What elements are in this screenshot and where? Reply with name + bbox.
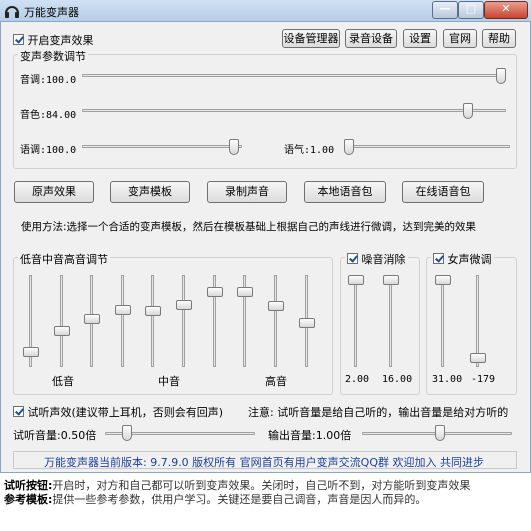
close-button[interactable]: ✕ <box>484 1 528 19</box>
eq-group-label: 低音中音高音调节 <box>18 251 110 267</box>
eq-slider-thumb-9[interactable] <box>268 301 284 312</box>
female-checkbox[interactable] <box>433 253 444 264</box>
eq-slider-thumb-4[interactable] <box>115 305 131 316</box>
minimize-button[interactable]: — <box>432 1 458 19</box>
output-volume-label: 输出音量:1.00倍 <box>268 429 352 442</box>
minimize-icon: — <box>439 2 451 15</box>
female-slider-thumb-1[interactable] <box>435 275 451 285</box>
settings-button[interactable]: 设置 <box>403 29 437 48</box>
eq-slider-thumb-3[interactable] <box>84 314 100 325</box>
monitor-checkbox-row[interactable]: 试听声效(建议带上耳机，否则会有回声) <box>13 404 223 420</box>
footer-line-1: 试听按钮:开启时，对方和自己都可以听到变声效果。关闭时，自己听不到，对方能听到变… <box>4 479 531 493</box>
listen-volume-label: 试听音量:0.50倍 <box>13 429 97 442</box>
online-voicepack-button[interactable]: 在线语音包 <box>402 181 484 203</box>
female-group-header[interactable]: 女声微调 <box>431 251 494 267</box>
footer-text-1: 开启时，对方和自己都可以听到变声效果。关闭时，自己听不到，对方能听到变声效果 <box>52 479 471 492</box>
noise-group-header[interactable]: 噪音消除 <box>345 251 408 267</box>
maximize-button[interactable]: □ <box>458 1 484 19</box>
female-slider-track-1[interactable] <box>441 275 444 367</box>
female-value-1: 31.00 <box>432 374 463 385</box>
noise-slider-thumb-1[interactable] <box>348 275 364 285</box>
eq-slider-track-6[interactable] <box>182 275 185 367</box>
pitch-slider-track[interactable] <box>82 74 506 77</box>
speed-label: 语调:100.0 <box>20 145 77 156</box>
eq-slider-track-9[interactable] <box>274 275 277 367</box>
monitor-label: 试听声效(建议带上耳机，否则会有回声) <box>27 406 224 419</box>
noise-value-1: 2.00 <box>345 374 370 385</box>
pitch-slider-thumb[interactable] <box>496 68 506 84</box>
footer-text-2: 提供一些参考参数，供用户学习。关键还是要自己调音，声音是因人而异的。 <box>52 493 427 506</box>
female-label: 女声微调 <box>447 253 492 266</box>
tone-slider-track[interactable] <box>344 145 510 148</box>
help-footer: 试听按钮:开启时，对方和自己都可以听到变声效果。关闭时，自己听不到，对方能听到变… <box>0 474 531 531</box>
output-volume-thumb[interactable] <box>434 425 445 441</box>
device-manager-button[interactable]: 设备管理器 <box>282 29 340 48</box>
window-title: 万能变声器 <box>24 6 79 19</box>
eq-slider-track-4[interactable] <box>121 275 124 367</box>
record-sound-button[interactable]: 录制声音 <box>207 181 287 203</box>
voice-template-button[interactable]: 变声模板 <box>110 181 190 203</box>
speed-slider-thumb[interactable] <box>229 139 239 155</box>
recording-device-button[interactable]: 录音设备 <box>345 29 397 48</box>
timbre-slider-thumb[interactable] <box>462 103 473 119</box>
noise-label: 噪音消除 <box>361 253 406 266</box>
tone-label: 语气:1.00 <box>284 145 335 156</box>
status-text: 万能变声器当前版本: 9.7.9.0 版权所有 官网首页有用户变声交流QQ群 欢… <box>44 456 484 469</box>
noise-slider-track-2[interactable] <box>389 275 392 367</box>
eq-slider-thumb-10[interactable] <box>299 317 315 328</box>
params-group-label: 变声参数调节 <box>18 48 88 64</box>
timbre-slider-track[interactable] <box>82 109 506 112</box>
female-value-2: -179 <box>471 374 496 385</box>
pitch-label: 音调:100.0 <box>20 75 77 86</box>
local-voicepack-button[interactable]: 本地语音包 <box>304 181 386 203</box>
maximize-icon: □ <box>465 2 477 15</box>
noise-slider-track-1[interactable] <box>354 275 357 367</box>
eq-slider-track-5[interactable] <box>151 275 154 367</box>
enable-effect-label: 开启变声效果 <box>27 34 94 47</box>
eq-slider-thumb-7[interactable] <box>207 287 223 298</box>
eq-mid-label: 中音 <box>158 375 180 388</box>
footer-key-1: 试听按钮: <box>4 479 53 492</box>
eq-slider-thumb-6[interactable] <box>176 299 192 310</box>
app-headphone-icon <box>5 6 19 18</box>
eq-slider-track-2[interactable] <box>60 275 63 367</box>
eq-slider-thumb-5[interactable] <box>145 306 161 317</box>
status-bar: 万能变声器当前版本: 9.7.9.0 版权所有 官网首页有用户变声交流QQ群 欢… <box>13 451 517 469</box>
checkbox-box[interactable] <box>13 34 24 45</box>
eq-low-label: 低音 <box>52 375 74 388</box>
footer-line-2: 参考模板:提供一些参考参数，供用户学习。关键还是要自己调音，声音是因人而异的。 <box>4 493 531 507</box>
original-voice-button[interactable]: 原声效果 <box>14 181 94 203</box>
website-button[interactable]: 官网 <box>443 29 477 48</box>
tone-slider-thumb[interactable] <box>344 139 354 155</box>
close-icon: ✕ <box>501 2 511 15</box>
eq-slider-thumb-1[interactable] <box>23 347 39 358</box>
usage-text: 使用方法:选择一个合适的变声模板，然后在模板基础上根据自己的声线进行微调，达到完… <box>21 221 477 233</box>
listen-volume-thumb[interactable] <box>121 425 132 441</box>
noise-slider-thumb-2[interactable] <box>383 275 399 285</box>
volume-note: 注意: 试听音量是给自己听的，输出音量是给对方听的 <box>248 406 509 419</box>
timbre-label: 音色:84.00 <box>20 110 77 121</box>
eq-slider-thumb-2[interactable] <box>54 325 70 336</box>
monitor-checkbox[interactable] <box>13 406 24 417</box>
footer-key-2: 参考模板: <box>4 493 53 506</box>
speed-slider-track[interactable] <box>82 145 242 148</box>
help-button[interactable]: 帮助 <box>482 29 516 48</box>
eq-slider-thumb-8[interactable] <box>237 287 253 298</box>
eq-high-label: 高音 <box>265 375 287 388</box>
female-slider-thumb-2[interactable] <box>470 352 486 363</box>
noise-value-2: 16.00 <box>382 374 413 385</box>
enable-effect-checkbox[interactable]: 开启变声效果 <box>13 32 94 48</box>
title-bar: 万能变声器 — □ ✕ <box>0 0 531 22</box>
noise-checkbox[interactable] <box>347 253 358 264</box>
